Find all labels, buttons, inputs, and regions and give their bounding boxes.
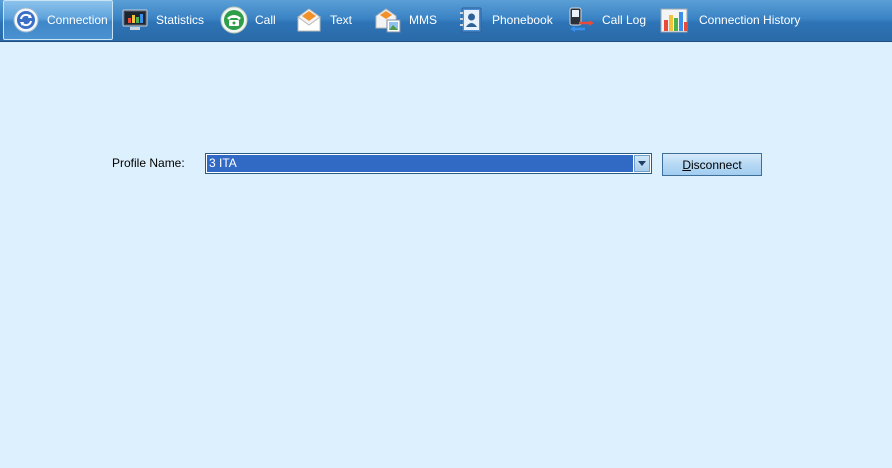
chevron-down-icon xyxy=(638,161,646,166)
tab-phonebook-label: Phonebook xyxy=(492,13,553,27)
disconnect-button-mnemonic: D xyxy=(682,157,691,172)
envelope-icon xyxy=(295,6,323,34)
tab-call-log-label: Call Log xyxy=(602,13,647,27)
tab-connection-history-label: Connection History xyxy=(699,13,801,27)
tab-call-label: Call xyxy=(255,13,276,27)
tab-connection[interactable]: Connection xyxy=(3,0,113,40)
tab-text-label: Text xyxy=(330,13,353,27)
tab-phonebook[interactable]: Phonebook xyxy=(457,0,553,40)
tab-call-log[interactable]: Call Log xyxy=(567,0,646,40)
disconnect-button-label: isconnect xyxy=(690,157,742,172)
phonebook-icon xyxy=(457,6,485,34)
connection-history-icon xyxy=(660,6,692,34)
main-toolbar: Connection Statistics Call Text MMS Phon… xyxy=(0,0,892,42)
call-log-icon xyxy=(567,6,595,34)
tab-statistics[interactable]: Statistics xyxy=(121,0,204,40)
profile-name-label: Profile Name: xyxy=(112,156,185,170)
profile-name-dropdown[interactable]: 3 ITA xyxy=(205,153,652,174)
tab-statistics-label: Statistics xyxy=(156,13,205,27)
disconnect-button[interactable]: Disconnect xyxy=(662,153,762,176)
mms-envelope-icon xyxy=(374,6,402,34)
dropdown-arrow-button[interactable] xyxy=(634,155,650,172)
statistics-monitor-icon xyxy=(121,6,149,34)
tab-text[interactable]: Text xyxy=(295,0,352,40)
phone-icon xyxy=(220,6,248,34)
tab-call[interactable]: Call xyxy=(220,0,276,40)
tab-connection-label: Connection xyxy=(47,13,108,27)
connection-refresh-icon xyxy=(12,6,40,34)
profile-name-selected-value: 3 ITA xyxy=(207,155,633,172)
tab-connection-history[interactable]: Connection History xyxy=(660,0,800,40)
tab-mms-label: MMS xyxy=(409,13,437,27)
tab-mms[interactable]: MMS xyxy=(374,0,437,40)
